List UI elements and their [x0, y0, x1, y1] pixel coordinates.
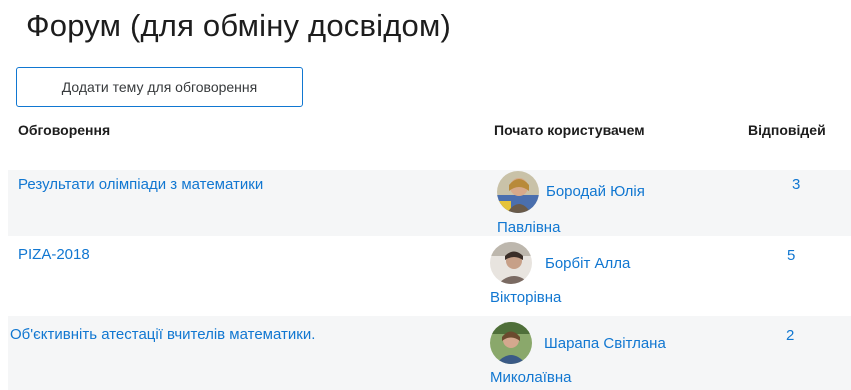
topic-link[interactable]: PIZA-2018	[18, 246, 90, 263]
column-header-topic: Обговорення	[18, 122, 111, 138]
replies-count-link[interactable]: 2	[786, 327, 794, 344]
column-header-started-by: Почато користувачем	[494, 122, 645, 138]
author-avatar[interactable]	[497, 171, 539, 213]
author-name-link[interactable]: Шарапа Світлана	[544, 335, 666, 352]
author-name-link-continued[interactable]: Павлівна	[497, 219, 560, 236]
replies-count-link[interactable]: 3	[792, 176, 800, 193]
topic-link[interactable]: Результати олімпіади з математики	[18, 176, 263, 193]
author-name-link-continued[interactable]: Вікторівна	[490, 289, 561, 306]
replies-count-link[interactable]: 5	[787, 247, 795, 264]
table-row	[8, 240, 851, 310]
author-name-link[interactable]: Бородай Юлія	[546, 183, 645, 200]
author-avatar[interactable]	[490, 322, 532, 364]
author-avatar[interactable]	[490, 242, 532, 284]
add-topic-button[interactable]: Додати тему для обговорення	[16, 67, 303, 107]
column-header-replies: Відповідей	[748, 122, 826, 138]
author-name-link-continued[interactable]: Миколаївна	[490, 369, 571, 386]
page-title: Форум (для обміну досвідом)	[26, 8, 451, 43]
author-name-link[interactable]: Борбіт Алла	[545, 255, 630, 272]
topic-link[interactable]: Об'єктивніть атестації вчителів математи…	[10, 326, 315, 343]
